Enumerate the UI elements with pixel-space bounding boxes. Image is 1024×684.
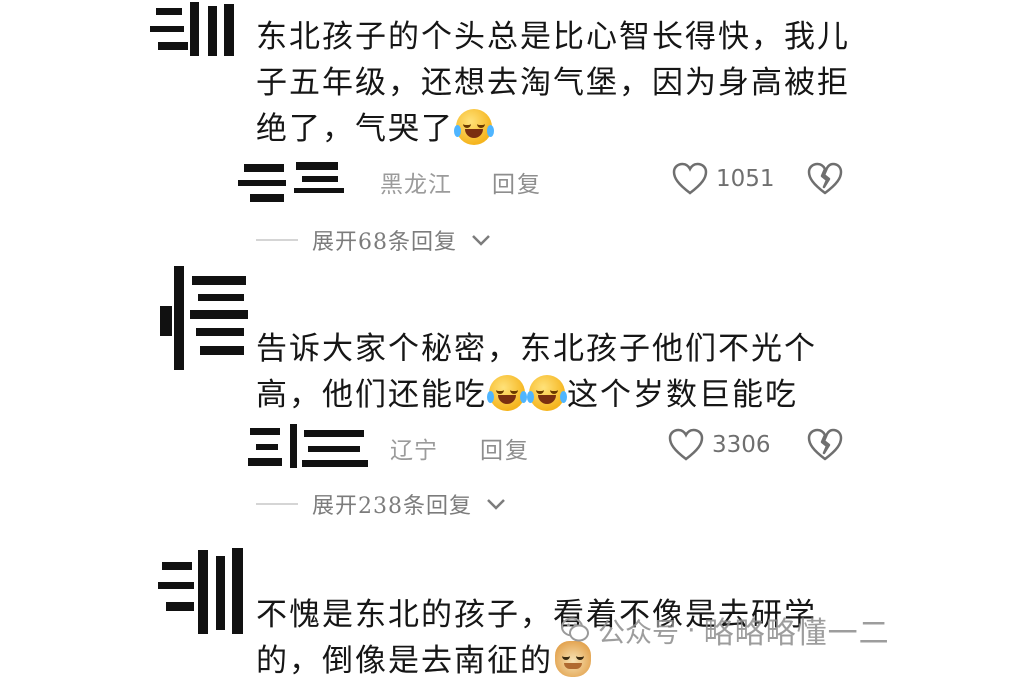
watermark: 公众号 · 略略略懂一二	[560, 608, 890, 652]
comment-region: 黑龙江	[380, 172, 452, 198]
like-count: 3306	[712, 432, 771, 458]
username-mosaic	[158, 548, 250, 634]
dislike-button[interactable]	[806, 428, 844, 466]
broken-heart-icon	[807, 428, 843, 461]
like-count: 1051	[716, 166, 775, 192]
username-mosaic	[158, 266, 250, 370]
reply-button[interactable]: 回复	[492, 165, 542, 199]
wechat-icon	[561, 617, 589, 642]
avatar-mosaic	[236, 160, 356, 208]
heart-icon	[672, 162, 708, 195]
watermark-prefix: 公众号	[598, 617, 679, 649]
laugh-cry-emoji	[454, 109, 494, 145]
comment-line: 高，他们还能吃	[256, 377, 487, 413]
comment-body: 告诉大家个秘密，东北孩子他们不光个 高，他们还能吃 这个岁数巨能吃	[256, 326, 817, 418]
comment-body: 东北孩子的个头总是比心智长得快，我儿 子五年级，还想去淘气堡，因为身高被拒 绝了…	[256, 14, 850, 152]
expand-replies-label: 展开68条回复	[312, 230, 457, 255]
expand-replies-button[interactable]: 展开238条回复	[256, 488, 506, 520]
reply-button[interactable]: 回复	[480, 431, 530, 465]
comment-line: 这个岁数巨能吃	[567, 377, 798, 413]
heart-icon	[668, 428, 704, 461]
comment-region: 辽宁	[390, 438, 438, 464]
like-button[interactable]: 1051	[672, 162, 775, 196]
expand-replies-label: 展开238条回复	[312, 494, 472, 519]
chevron-down-icon	[487, 499, 505, 510]
divider	[256, 239, 298, 241]
like-button[interactable]: 3306	[668, 428, 771, 462]
comment-line: 子五年级，还想去淘气堡，因为身高被拒	[256, 65, 850, 101]
comment-line: 告诉大家个秘密，东北孩子他们不光个	[256, 331, 817, 367]
avatar-mosaic	[246, 420, 376, 472]
divider	[256, 503, 298, 505]
comment-line: 绝了，气哭了	[256, 111, 454, 147]
username-mosaic	[148, 2, 243, 56]
dislike-button[interactable]	[806, 162, 844, 200]
rofl-emoji	[527, 375, 567, 411]
rofl-emoji	[487, 375, 527, 411]
chevron-down-icon	[472, 235, 490, 246]
watermark-separator: ·	[687, 614, 696, 646]
comment-line: 东北孩子的个头总是比心智长得快，我儿	[256, 19, 850, 55]
watermark-account-name: 略略略懂一二	[703, 616, 890, 651]
broken-heart-icon	[807, 162, 843, 195]
expand-replies-button[interactable]: 展开68条回复	[256, 224, 491, 256]
comment-line: 的，倒像是去南征的	[256, 643, 553, 679]
